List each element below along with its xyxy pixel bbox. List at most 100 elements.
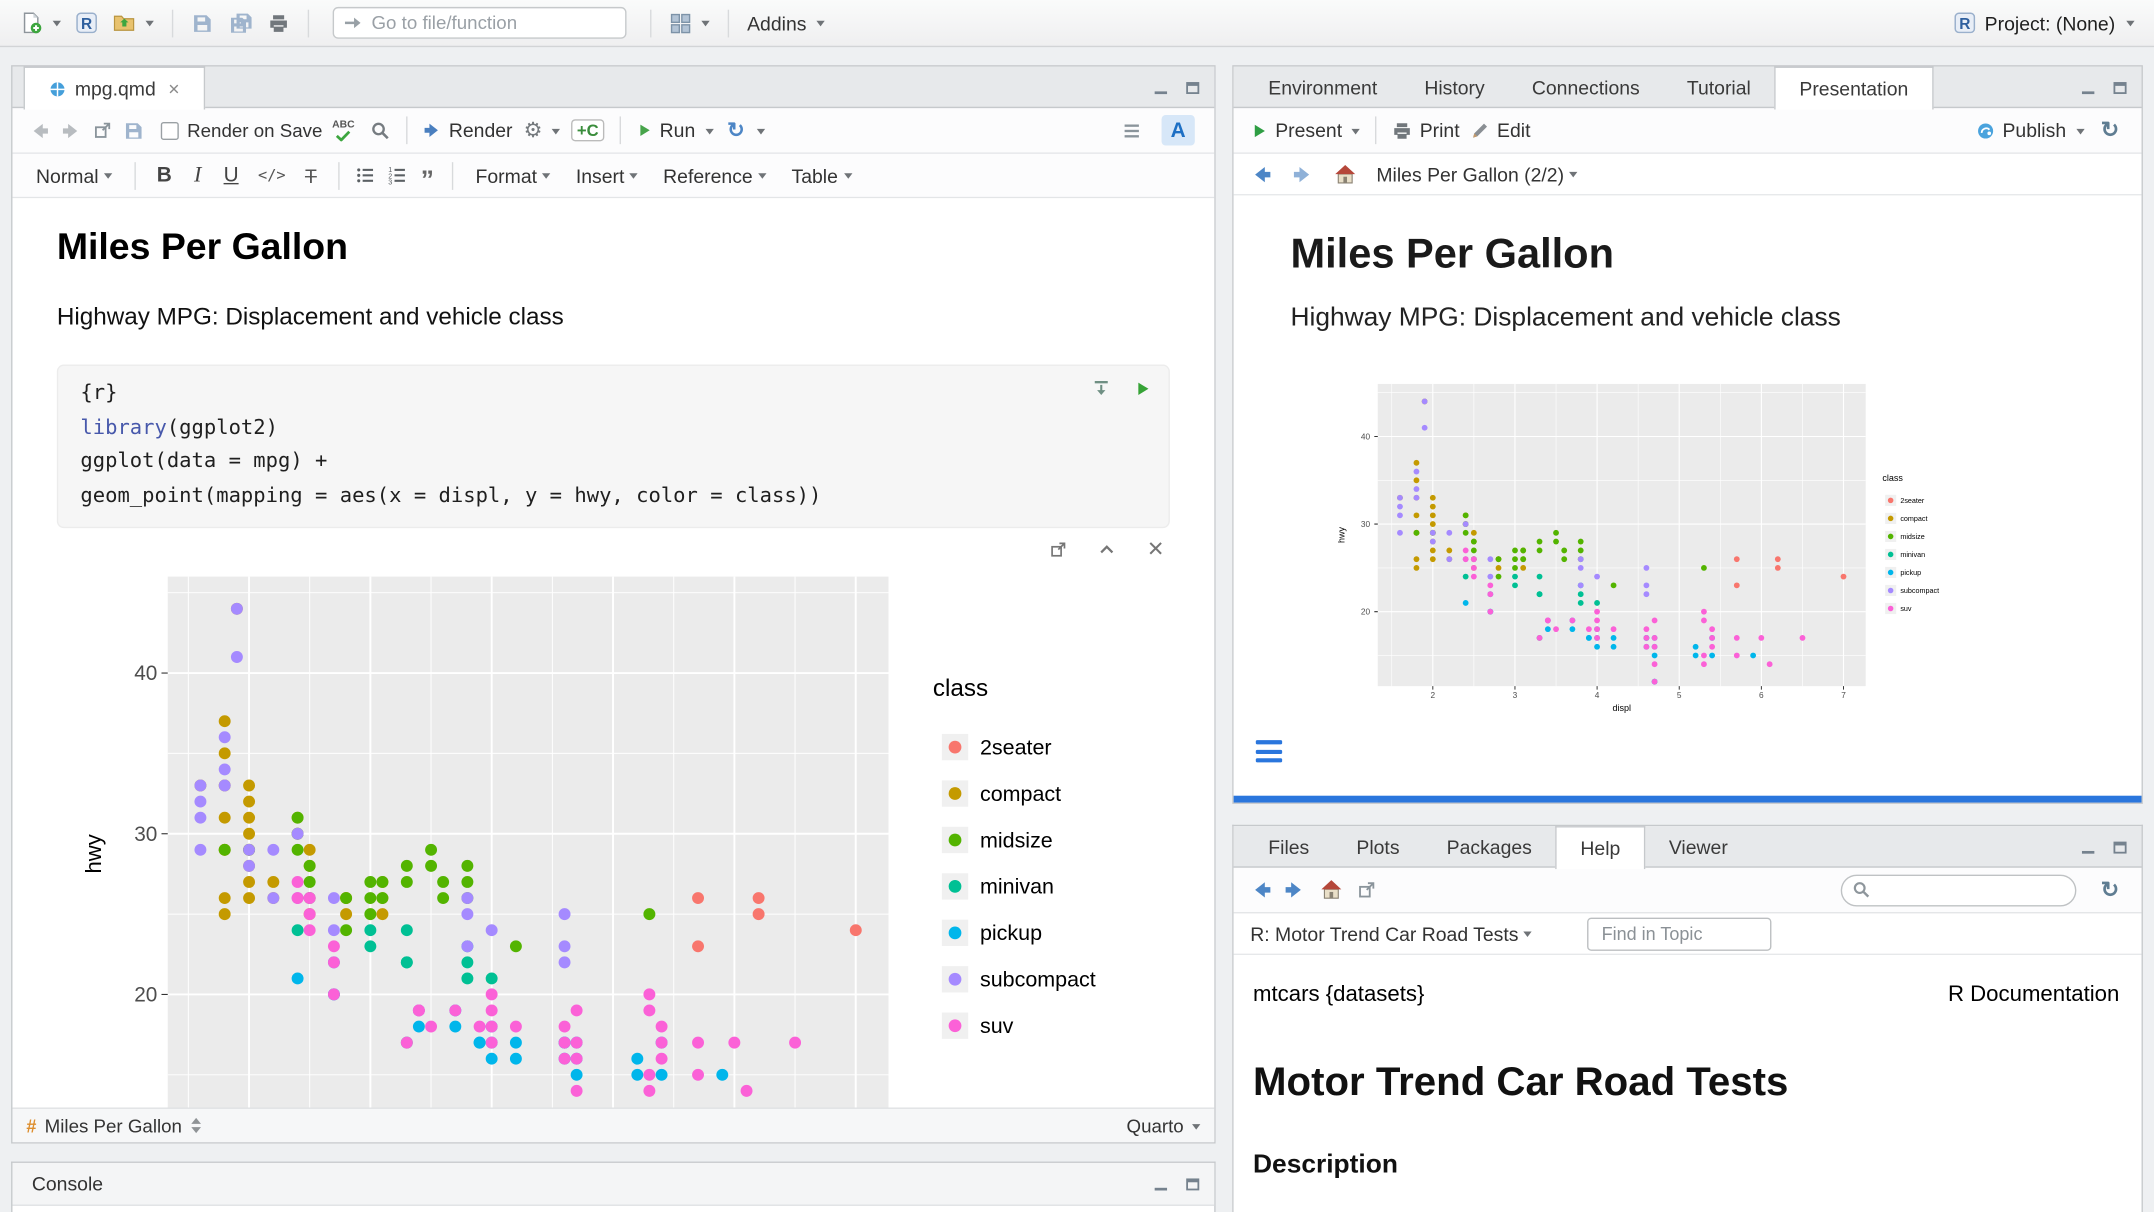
new-project-button[interactable] (69, 8, 104, 37)
jump-to-icon[interactable] (190, 1117, 202, 1134)
rerun-button[interactable]: ↻ (719, 115, 771, 145)
output-popout-icon[interactable] (1050, 540, 1068, 558)
render-on-save-checkbox[interactable] (161, 121, 179, 139)
addins-menu[interactable]: Addins (742, 9, 830, 37)
collapse-output-icon[interactable] (1098, 540, 1116, 558)
code-chunk[interactable]: {r} library(ggplot2)ggplot(data = mpg) +… (57, 365, 1170, 529)
code-format-button[interactable]: </> (250, 166, 294, 184)
outline-toggle-button[interactable] (1116, 117, 1148, 143)
run-chunk-icon[interactable] (1134, 380, 1152, 398)
minimize-pane-icon[interactable] (1152, 1175, 1170, 1193)
open-file-button[interactable] (107, 8, 160, 37)
minimize-pane-icon[interactable] (1152, 78, 1170, 96)
table-menu[interactable]: Table (779, 164, 864, 186)
tab-help[interactable]: Help (1555, 826, 1645, 869)
run-caret[interactable] (705, 128, 713, 138)
bullet-list-button[interactable] (349, 162, 381, 188)
find-in-topic-input[interactable] (1588, 917, 1772, 950)
tab-mpg-qmd[interactable]: mpg.qmd × (24, 67, 205, 110)
presentation-slide[interactable]: Miles Per Gallon Highway MPG: Displaceme… (1234, 195, 2142, 795)
new-file-caret[interactable] (53, 21, 61, 31)
print-presentation-button[interactable]: Print (1386, 116, 1465, 144)
numbered-list-button[interactable] (381, 162, 413, 188)
pane-layout-caret[interactable] (701, 21, 709, 31)
spellcheck-button[interactable]: ABC (332, 119, 355, 142)
tab-connections[interactable]: Connections (1508, 67, 1663, 107)
rerun-caret[interactable] (757, 128, 765, 138)
save-doc-button[interactable] (118, 117, 150, 143)
run-button[interactable]: Run (631, 116, 719, 144)
tab-environment[interactable]: Environment (1245, 67, 1401, 107)
find-replace-button[interactable] (364, 117, 396, 143)
format-menu[interactable]: Format (463, 164, 563, 186)
maximize-pane-icon[interactable] (2111, 78, 2129, 96)
clear-formatting-button[interactable]: T (294, 164, 328, 186)
underline-button[interactable]: U (212, 164, 249, 188)
minimize-pane-icon[interactable] (2079, 78, 2097, 96)
tab-plots[interactable]: Plots (1333, 826, 1423, 866)
close-tab-icon[interactable]: × (168, 78, 179, 100)
help-search-input[interactable] (1840, 874, 2076, 906)
edit-presentation-button[interactable]: Edit (1465, 116, 1536, 144)
nav-back-button[interactable] (24, 117, 56, 143)
maximize-pane-icon[interactable] (1184, 78, 1202, 96)
svg-text:hwy: hwy (81, 834, 106, 874)
pane-layout-button[interactable] (664, 9, 715, 37)
publish-caret[interactable] (2076, 128, 2084, 138)
tab-tutorial[interactable]: Tutorial (1663, 67, 1774, 107)
slide-selector[interactable]: Miles Per Gallon (2/2) (1376, 163, 1578, 185)
help-popout-button[interactable] (1357, 880, 1376, 899)
help-forward-button[interactable] (1284, 879, 1306, 901)
visual-editor-toggle[interactable]: A (1162, 115, 1195, 145)
doc-type-selector[interactable]: Quarto (1127, 1115, 1201, 1136)
insert-chunk-button[interactable]: +C (566, 116, 610, 144)
home-slide-button[interactable] (1333, 163, 1357, 185)
maximize-pane-icon[interactable] (1184, 1175, 1202, 1193)
slide-forward-button[interactable] (1292, 163, 1314, 185)
tab-presentation[interactable]: Presentation (1774, 67, 1933, 110)
save-all-button[interactable] (222, 8, 259, 37)
help-back-button[interactable] (1250, 879, 1272, 901)
print-icon (268, 12, 290, 34)
console-header[interactable]: Console (12, 1163, 1214, 1206)
svg-text:20: 20 (134, 984, 157, 1007)
publish-button[interactable]: Publish (1969, 116, 2089, 144)
new-file-button[interactable] (14, 8, 67, 37)
tab-viewer[interactable]: Viewer (1645, 826, 1751, 866)
nav-forward-button[interactable] (55, 117, 87, 143)
print-button[interactable] (262, 9, 295, 37)
help-home-button[interactable] (1320, 879, 1344, 901)
refresh-help-button[interactable]: ↻ (2090, 873, 2131, 906)
outline-location[interactable]: Miles Per Gallon (45, 1115, 182, 1136)
open-recent-caret[interactable] (146, 21, 154, 31)
paragraph-style-dropdown[interactable]: Normal (24, 164, 125, 186)
help-topic-selector[interactable]: R: Motor Trend Car Road Tests (1250, 922, 1532, 944)
project-menu[interactable]: Project: (None) (1953, 11, 2135, 35)
present-caret[interactable] (1352, 128, 1360, 138)
magnifier-icon (370, 120, 391, 141)
bold-button[interactable]: B (146, 164, 183, 188)
go-to-file-input[interactable] (333, 7, 627, 39)
italic-button[interactable]: I (183, 163, 213, 188)
insert-menu[interactable]: Insert (563, 164, 650, 186)
render-settings-button[interactable]: ⚙ (518, 115, 566, 145)
svg-text:suv: suv (980, 1015, 1014, 1039)
maximize-pane-icon[interactable] (2111, 838, 2129, 856)
reference-menu[interactable]: Reference (651, 164, 779, 186)
save-button[interactable] (186, 9, 219, 37)
clear-output-icon[interactable]: ✕ (1147, 539, 1164, 560)
help-content: mtcars {datasets} R Documentation Motor … (1234, 955, 2142, 1212)
refresh-presentation-button[interactable]: ↻ (2090, 114, 2131, 147)
minimize-pane-icon[interactable] (2079, 838, 2097, 856)
tab-packages[interactable]: Packages (1423, 826, 1555, 866)
document-editor[interactable]: Miles Per Gallon Highway MPG: Displaceme… (12, 198, 1214, 1107)
present-button[interactable]: Present (1245, 116, 1366, 144)
blockquote-button[interactable]: ” (412, 174, 442, 188)
run-all-above-icon[interactable] (1091, 378, 1112, 399)
tab-history[interactable]: History (1401, 67, 1509, 107)
slide-menu-icon[interactable] (1256, 740, 1282, 762)
open-in-window-button[interactable] (87, 118, 117, 143)
render-button[interactable]: Render (417, 116, 518, 144)
tab-files[interactable]: Files (1245, 826, 1333, 866)
slide-back-button[interactable] (1250, 163, 1272, 185)
